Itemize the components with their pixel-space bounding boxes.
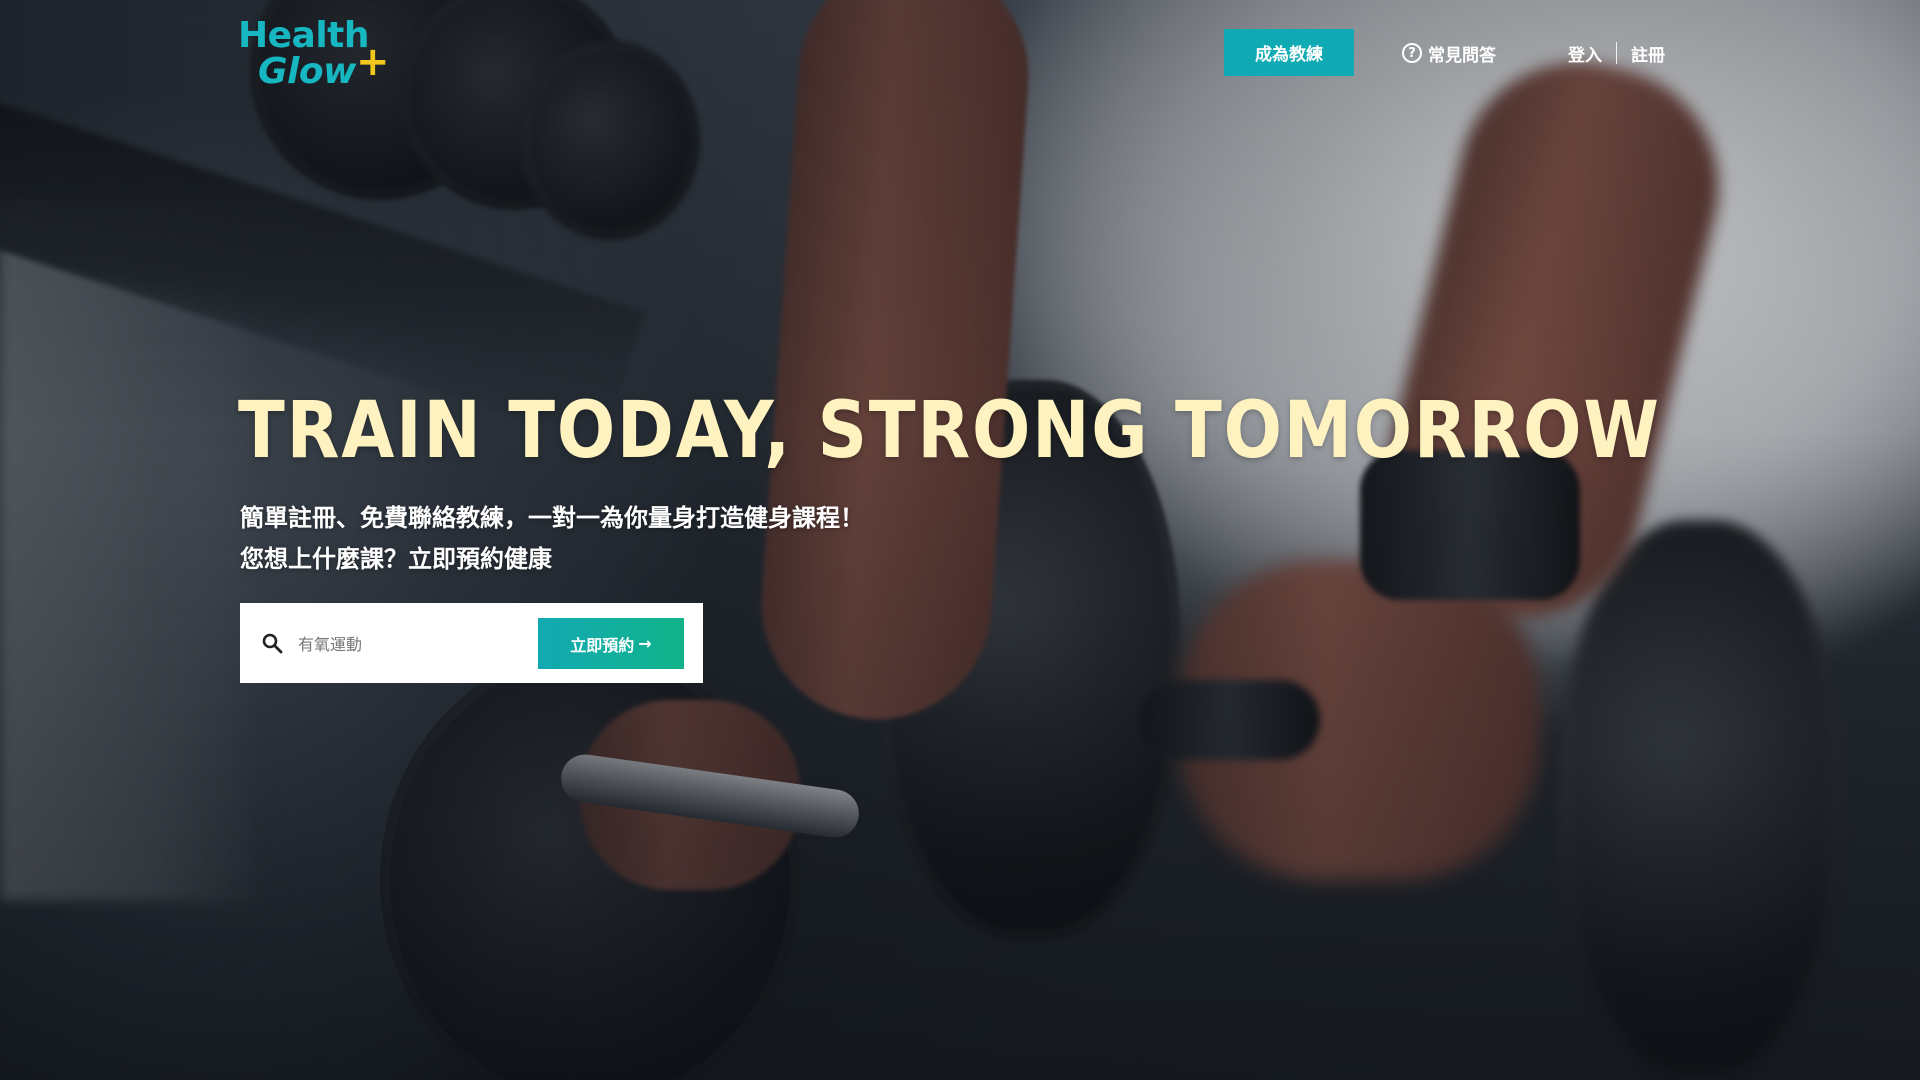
course-search-input[interactable]	[296, 621, 510, 667]
logo-text-glow: Glow	[258, 51, 356, 92]
become-coach-button[interactable]: 成為教練	[1224, 29, 1354, 76]
logo-text-health: Health	[238, 15, 370, 56]
hero-headline: TRAIN TODAY, STRONG TOMORROW	[238, 386, 1661, 476]
search-icon	[262, 633, 283, 654]
faq-label: 常見問答	[1428, 45, 1496, 66]
register-link[interactable]: 註冊	[1631, 41, 1665, 66]
hero-subtitle-line1: 簡單註冊、免費聯絡教練，一對一為你量身打造健身課程！	[240, 504, 864, 532]
hero-section: Health Glow + 成為教練 ? 常見問答 登入 註冊 TRAIN TO…	[0, 0, 1920, 1080]
book-now-button[interactable]: 立即預約 →	[538, 618, 684, 669]
faq-link[interactable]: ? 常見問答	[1402, 38, 1496, 68]
auth-divider	[1616, 42, 1617, 64]
hero-subtitle-line2: 您想上什麼課？立即預約健康	[240, 545, 552, 573]
arrow-right-icon: →	[638, 634, 652, 653]
auth-links: 登入 註冊	[1568, 38, 1665, 68]
question-circle-icon: ?	[1402, 43, 1422, 63]
book-now-label: 立即預約	[570, 635, 635, 655]
brand-logo[interactable]: Health Glow +	[238, 14, 390, 94]
hero-subtitle: 簡單註冊、免費聯絡教練，一對一為你量身打造健身課程！ 您想上什麼課？立即預約健康	[240, 498, 864, 580]
logo-plus-icon: +	[356, 39, 390, 85]
course-search-bar: 立即預約 →	[240, 603, 703, 683]
login-link[interactable]: 登入	[1568, 41, 1602, 66]
